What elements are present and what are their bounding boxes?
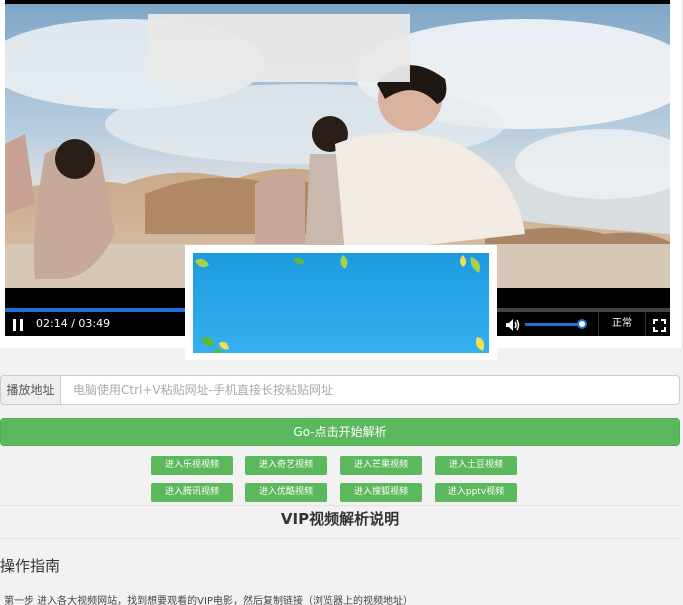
site-button-youku[interactable]: 进入优酷视频	[245, 483, 327, 502]
redacted-overlay	[148, 14, 410, 82]
duration: 03:49	[78, 317, 111, 330]
time-separator: /	[67, 317, 79, 330]
pause-icon[interactable]	[11, 317, 25, 331]
volume-slider-handle[interactable]	[577, 319, 587, 329]
time-display: 02:14 / 03:49	[36, 317, 110, 330]
divider	[0, 538, 680, 539]
site-button-tudou[interactable]: 进入土豆视频	[435, 456, 517, 475]
fullscreen-icon[interactable]	[653, 317, 666, 332]
site-button-letv[interactable]: 进入乐视视频	[151, 456, 233, 475]
parse-button[interactable]: Go-点击开始解析	[0, 418, 680, 446]
url-label: 播放地址	[1, 376, 61, 404]
guide-step-1: 第一步 进入各大视频网站，找到想要观看的VIP电影，然后复制链接（浏览器上的视频…	[4, 596, 413, 605]
url-input[interactable]	[61, 376, 679, 404]
ad-banner-image	[193, 253, 489, 353]
divider	[0, 505, 680, 506]
site-button-tencent[interactable]: 进入腾讯视频	[151, 483, 233, 502]
guide-heading: 操作指南	[0, 557, 61, 575]
playback-speed-button[interactable]: 正常	[598, 312, 646, 336]
ad-banner[interactable]	[185, 245, 497, 360]
current-time: 02:14	[36, 317, 68, 330]
site-button-mgtv[interactable]: 进入芒果视频	[340, 456, 422, 475]
site-button-pptv[interactable]: 进入pptv视频	[435, 483, 517, 502]
site-button-iqiyi[interactable]: 进入奇艺视频	[245, 456, 327, 475]
guide-title: VIP视频解析说明	[280, 510, 400, 528]
site-button-sohu[interactable]: 进入搜狐视频	[340, 483, 422, 502]
volume-icon[interactable]	[505, 317, 521, 331]
video-player-container: 02:14 / 03:49 正常	[0, 0, 683, 360]
volume-slider[interactable]	[525, 319, 587, 329]
volume-slider-fill	[525, 323, 582, 326]
url-input-group: 播放地址	[0, 375, 680, 405]
